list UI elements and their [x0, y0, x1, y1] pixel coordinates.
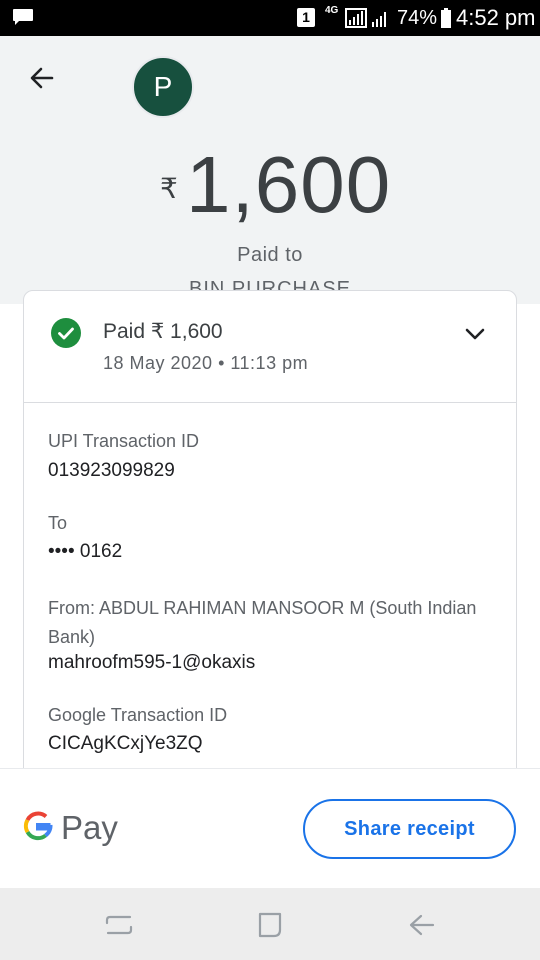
paid-to-label: Paid to: [237, 244, 303, 266]
home-icon[interactable]: [256, 911, 284, 939]
to-account-value: •••• 0162: [48, 541, 123, 562]
from-label: From: ABDUL RAHIMAN MANSOOR M (South Ind…: [48, 598, 477, 647]
share-receipt-button[interactable]: Share receipt: [303, 799, 516, 859]
check-circle-icon: [51, 318, 81, 348]
clock: 4:52 pm: [456, 5, 536, 30]
message-icon: [13, 9, 33, 25]
currency-symbol: ₹: [160, 173, 178, 204]
to-label: To: [48, 513, 68, 533]
sim-slot-badge: 1: [297, 8, 315, 27]
system-navigation-bar: [0, 888, 540, 960]
google-transaction-id-value: CICAgKCxjYe3ZQ: [48, 733, 203, 754]
status-bar: 1 4G 74% 4:52 pm: [0, 0, 540, 36]
payment-date: 18 May 2020 • 11:13 pm: [103, 353, 309, 373]
chevron-down-icon[interactable]: [462, 321, 488, 347]
recents-icon[interactable]: [104, 912, 134, 938]
payment-amount: 1,600: [186, 140, 392, 229]
upi-transaction-id-value: 013923099829: [48, 460, 175, 481]
signal-bars-icon: [372, 12, 386, 27]
payment-status: Paid ₹ 1,600: [103, 320, 223, 343]
upi-transaction-id-label: UPI Transaction ID: [48, 431, 200, 451]
from-upi-id-value: mahroofm595-1@okaxis: [48, 652, 256, 673]
arrow-left-icon[interactable]: [26, 62, 58, 94]
network-type: 4G: [325, 5, 339, 16]
payment-header: P ₹ 1,600 Paid to BIN PURCHASE: [0, 36, 540, 304]
google-transaction-id-label: Google Transaction ID: [48, 705, 228, 725]
battery-icon: [441, 8, 451, 28]
avatar: P: [132, 56, 194, 118]
transaction-card: Paid ₹ 1,600 18 May 2020 • 11:13 pm UPI …: [23, 290, 517, 810]
bottom-action-bar: Pay Share receipt: [0, 768, 540, 888]
back-nav-icon[interactable]: [408, 912, 436, 938]
signal-icon: [345, 8, 367, 28]
battery-percent: 74%: [397, 7, 438, 29]
gpay-brand-text: Pay: [61, 809, 118, 846]
transaction-summary[interactable]: Paid ₹ 1,600 18 May 2020 • 11:13 pm: [24, 291, 516, 403]
